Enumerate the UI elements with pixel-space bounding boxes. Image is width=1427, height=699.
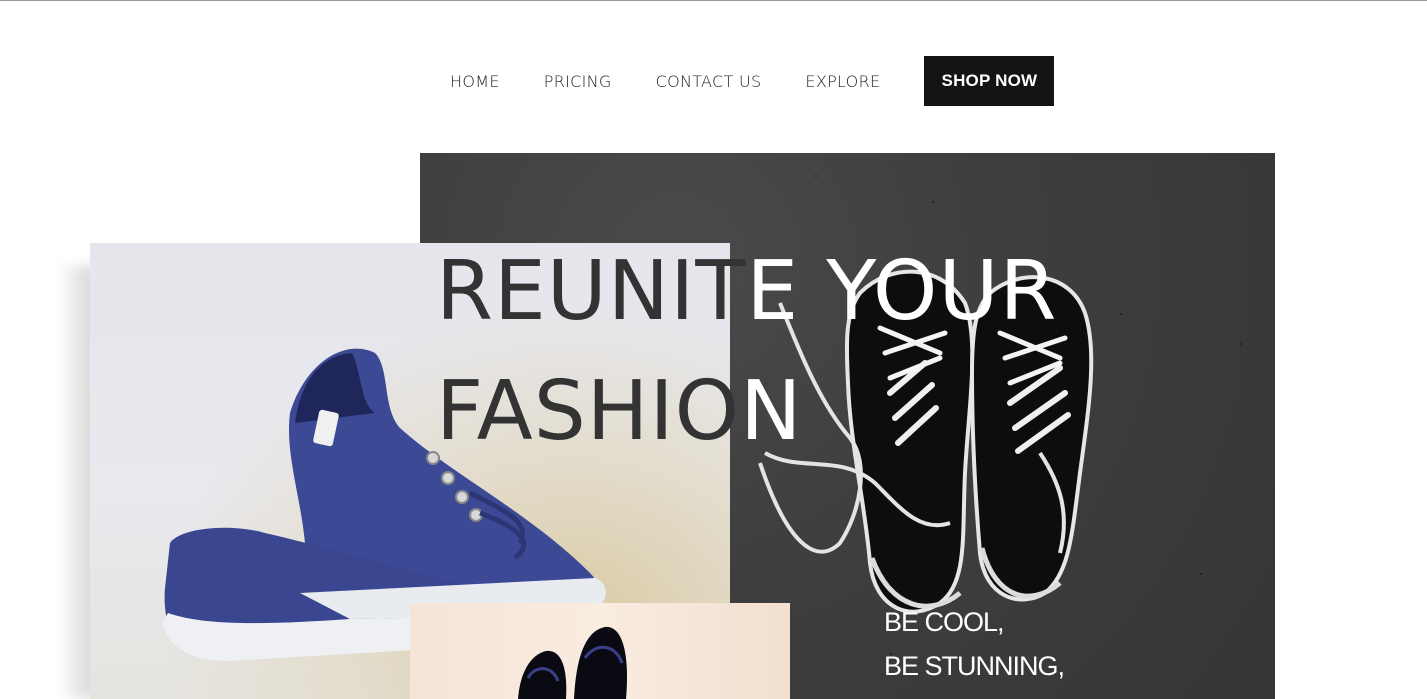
tagline-line: BE COOL, [884,607,1005,637]
headline-line-1-light: E YOUR [746,244,1058,339]
nav-explore-link[interactable]: EXPLORE [783,72,902,91]
black-loafers-photo [410,603,790,699]
headline-line-2-dark: FASHIO [436,364,741,459]
landing-page: HOME PRICING CONTACT US EXPLORE SHOP NOW [0,0,1427,699]
nav-contact-link[interactable]: CONTACT US [634,72,784,91]
hero-tagline: BE COOL, BE STUNNING, WITH COMFORT [884,600,1085,699]
top-divider [0,0,1427,1]
headline-line-2: FASHION [436,352,1057,472]
main-nav: HOME PRICING CONTACT US EXPLORE SHOP NOW [428,56,1055,106]
loafers-illustration [518,626,628,699]
nav-pricing-link[interactable]: PRICING [522,72,634,91]
headline-line-1: REUNITE YOUR [436,232,1057,352]
shop-now-button[interactable]: SHOP NOW [924,56,1055,106]
hero-headline: REUNITE YOUR FASHION [436,232,1057,472]
nav-home-link[interactable]: HOME [428,72,522,91]
headline-line-1-dark: REUNIT [436,244,747,339]
tagline-line: WITH COMFORT [884,688,1085,699]
tagline-line: BE STUNNING, [884,651,1065,681]
headline-line-2-light: N [740,364,803,459]
